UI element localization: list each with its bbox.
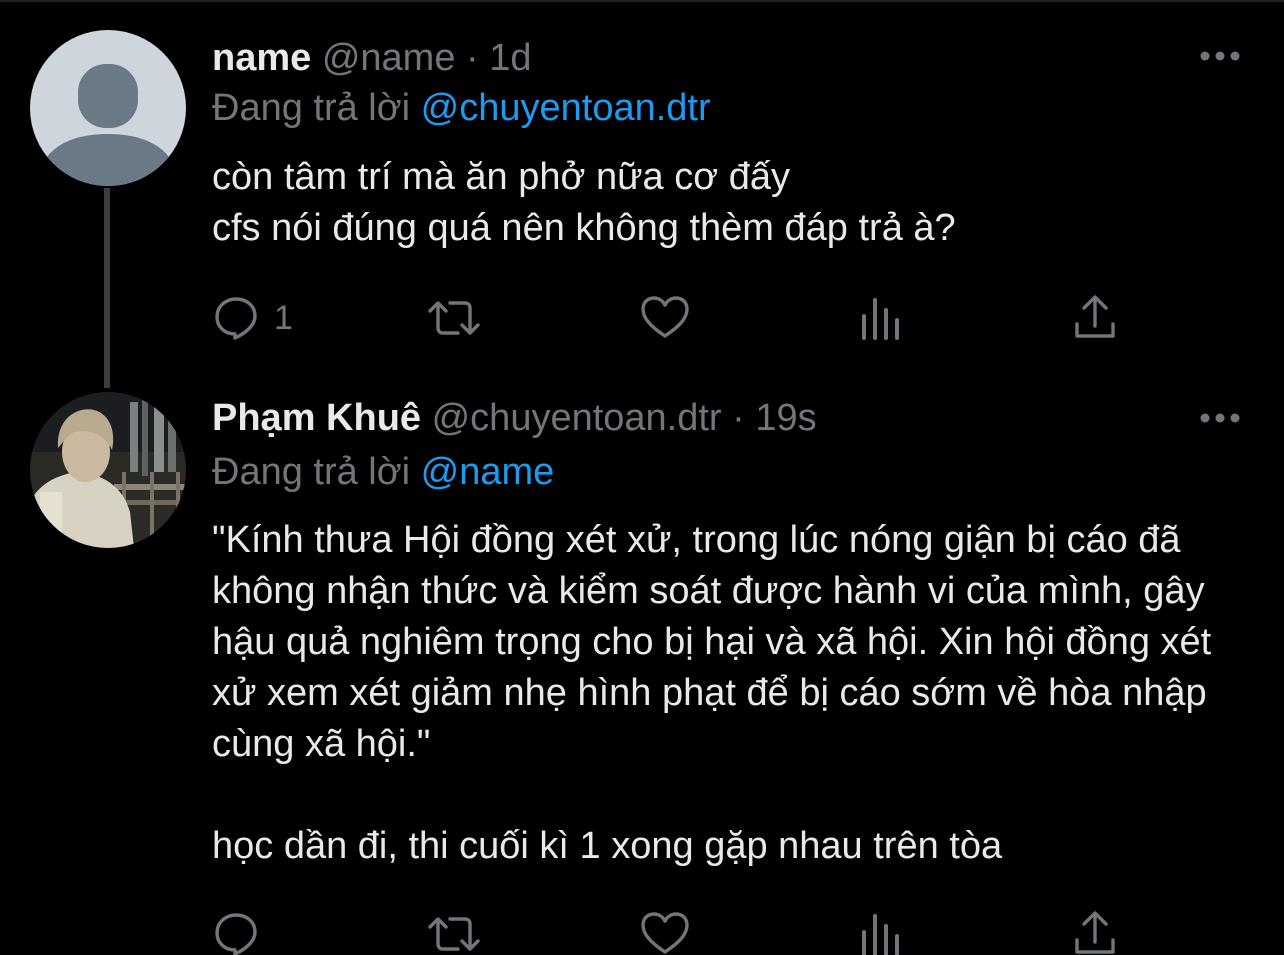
views-button[interactable] [860,910,902,955]
tweet-2[interactable]: Phạm Khuê @chuyentoan.dtr · 19s Đang trả… [0,0,1284,955]
reply-mention-link[interactable]: @name [421,451,555,493]
reply-button[interactable] [212,910,274,955]
like-button[interactable] [640,910,690,955]
user-handle[interactable]: @chuyentoan.dtr [432,397,722,439]
timestamp[interactable]: 19s [755,397,816,439]
user-avatar[interactable] [30,392,186,548]
reply-bubble-icon [215,913,257,955]
profile-photo-icon [30,392,186,548]
retweet-button[interactable] [426,910,482,955]
retweet-icon [428,917,480,951]
share-icon [1075,911,1115,954]
tweet-text: "Kính thưa Hội đồng xét xử, trong lúc nó… [212,519,1212,867]
replying-to-line: Đang trả lời @name [212,450,554,494]
action-bar [212,910,1132,955]
heart-icon [641,912,689,954]
replying-to-label: Đang trả lời [212,451,411,493]
views-bars-icon [862,914,899,955]
display-name[interactable]: Phạm Khuê [212,397,421,439]
tweet-header: Phạm Khuê @chuyentoan.dtr · 19s [212,396,817,440]
more-options-button[interactable] [1196,408,1244,428]
separator-dot: · [732,397,745,439]
share-button[interactable] [1072,910,1118,955]
more-dots-icon [1200,413,1240,423]
